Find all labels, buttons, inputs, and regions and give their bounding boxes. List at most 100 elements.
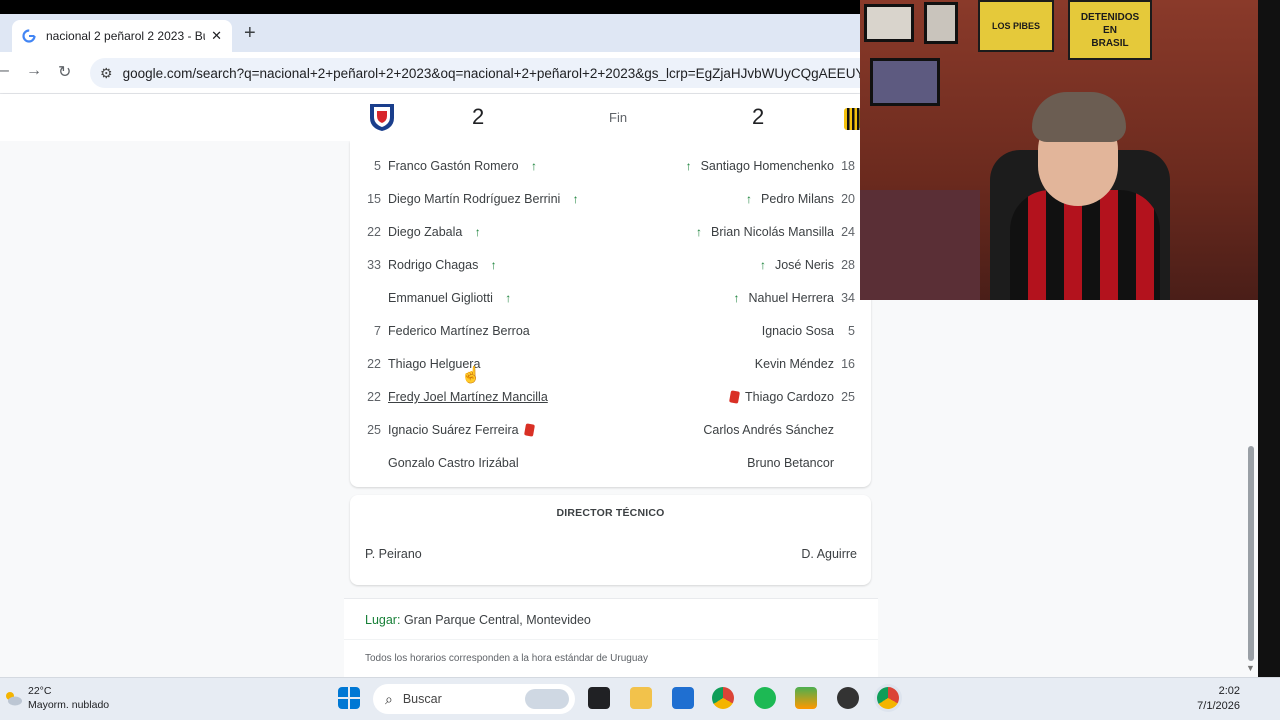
- chrome-active-icon[interactable]: [877, 687, 899, 709]
- penarol-crest-icon[interactable]: [844, 102, 860, 132]
- webcam-overlay: LOS PIBES DETENIDOS EN BRASIL: [860, 0, 1258, 300]
- home-player-number: 5: [374, 159, 381, 173]
- app-icon[interactable]: [837, 687, 859, 709]
- home-player-name: Gonzalo Castro Irizábal: [388, 456, 519, 470]
- home-player-link[interactable]: Fredy Joel Martínez Mancilla: [388, 390, 548, 404]
- away-player-link[interactable]: ↑ Pedro Milans: [746, 192, 834, 206]
- home-player-number: 22: [367, 390, 381, 404]
- away-player-link[interactable]: Thiago Cardozo: [729, 390, 834, 404]
- home-player-link[interactable]: Ignacio Suárez Ferreira: [388, 423, 535, 437]
- tab-close-icon[interactable]: ✕: [211, 28, 222, 44]
- screen-edge: [1258, 0, 1280, 677]
- taskbar-search[interactable]: ⌕ Buscar: [373, 684, 575, 714]
- venue-section: Lugar: Gran Parque Central, Montevideo T…: [344, 598, 878, 677]
- away-player-link[interactable]: ↑ Santiago Homenchenko: [686, 159, 834, 173]
- forward-icon[interactable]: →: [26, 62, 42, 80]
- person-shirt: [1010, 190, 1160, 300]
- home-player-link[interactable]: Rodrigo Chagas ↑: [388, 258, 497, 272]
- away-director[interactable]: D. Aguirre: [801, 547, 857, 561]
- away-player-link[interactable]: Kevin Méndez: [755, 357, 834, 371]
- away-player-link[interactable]: ↑ Nahuel Herrera: [734, 291, 834, 305]
- home-player-link[interactable]: Federico Martínez Berroa: [388, 324, 530, 338]
- divider: [344, 639, 878, 640]
- director-card: DIRECTOR TÉCNICO P. Peirano D. Aguirre: [350, 495, 871, 585]
- reload-icon[interactable]: ↻: [58, 62, 71, 82]
- away-score: 2: [752, 104, 765, 129]
- match-status: Fin: [609, 110, 628, 125]
- substitution-arrow-icon: ↑: [733, 291, 740, 305]
- away-player-number: 16: [841, 357, 855, 371]
- navigation-bar: – → ↻ ⚙ google.com/search?q=nacional+2+p…: [0, 52, 860, 94]
- lineup-row: Emmanuel Gigliotti ↑ ↑ Nahuel Herrera 34: [350, 291, 871, 313]
- home-director[interactable]: P. Peirano: [365, 547, 422, 561]
- poster-text: LOS PIBES: [991, 21, 1040, 31]
- home-score: 2: [472, 104, 485, 129]
- away-player-number: 20: [841, 192, 855, 206]
- venue-label: Lugar:: [365, 613, 401, 627]
- outlook-icon[interactable]: [672, 687, 694, 709]
- substitution-arrow-icon: ↑: [759, 258, 766, 272]
- lineup-row: 5 Franco Gastón Romero ↑ ↑ Santiago Homench…: [350, 159, 871, 181]
- away-player-name: José Neris: [774, 258, 834, 272]
- lineup-row: 33 Rodrigo Chagas ↑ ↑ José Neris 28: [350, 258, 871, 280]
- away-player-name: Thiago Cardozo: [745, 390, 834, 404]
- home-player-link[interactable]: Franco Gastón Romero ↑: [388, 159, 537, 173]
- away-player-link[interactable]: ↑ Brian Nicolás Mansilla: [696, 225, 834, 239]
- home-player-name: Rodrigo Chagas: [388, 258, 479, 272]
- search-highlight-icon: [525, 689, 569, 709]
- away-player-number: 25: [841, 390, 855, 404]
- lineup-row: Gonzalo Castro Irizábal Bruno Betancor: [350, 456, 871, 478]
- away-player-link[interactable]: Bruno Betancor: [747, 456, 834, 470]
- scroll-down-icon[interactable]: ▼: [1246, 663, 1255, 673]
- away-player-link[interactable]: Ignacio Sosa: [762, 324, 834, 338]
- address-bar[interactable]: ⚙ google.com/search?q=nacional+2+peñarol…: [90, 58, 860, 88]
- away-player-name: Nahuel Herrera: [748, 291, 834, 305]
- home-player-number: 22: [367, 225, 381, 239]
- system-clock[interactable]: 2:02 7/1/2026: [1197, 684, 1240, 714]
- venue-line: Lugar: Gran Parque Central, Montevideo: [365, 613, 591, 627]
- task-view-icon[interactable]: [588, 687, 610, 709]
- search-icon: ⌕: [385, 690, 393, 707]
- file-explorer-icon[interactable]: [630, 687, 652, 709]
- weather-widget[interactable]: 22°C Mayorm. nublado: [4, 684, 109, 712]
- clock-time: 2:02: [1218, 685, 1240, 697]
- timezone-note: Todos los horarios corresponden a la hor…: [365, 653, 648, 664]
- spotify-icon[interactable]: [754, 687, 776, 709]
- home-player-name: Ignacio Suárez Ferreira: [388, 423, 519, 437]
- score-header: 2 Fin 2: [0, 94, 860, 141]
- poster: DETENIDOS EN BRASIL: [1068, 0, 1152, 60]
- away-player-name: Carlos Andrés Sánchez: [703, 423, 834, 437]
- back-icon[interactable]: –: [0, 62, 9, 80]
- away-player-link[interactable]: ↑ José Neris: [760, 258, 834, 272]
- browser-tab[interactable]: nacional 2 peñarol 2 2023 - Bus ✕: [12, 20, 232, 52]
- poster-text: BRASIL: [1091, 37, 1129, 49]
- nacional-crest-icon[interactable]: [368, 102, 396, 132]
- clock-date: 7/1/2026: [1197, 700, 1240, 712]
- lineup-card: 5 Franco Gastón Romero ↑ ↑ Santiago Homench…: [350, 141, 871, 487]
- home-player-number: 22: [367, 357, 381, 371]
- scrollbar-thumb[interactable]: [1248, 446, 1254, 661]
- home-player-link[interactable]: Emmanuel Gigliotti ↑: [388, 291, 511, 305]
- home-player-name: Emmanuel Gigliotti: [388, 291, 493, 305]
- weather-desc: Mayorm. nublado: [28, 699, 110, 711]
- away-player-number: 5: [848, 324, 855, 338]
- home-player-link[interactable]: Gonzalo Castro Irizábal: [388, 456, 519, 470]
- new-tab-icon[interactable]: +: [244, 22, 256, 45]
- home-player-link[interactable]: Diego Martín Rodríguez Berrini ↑: [388, 192, 579, 206]
- lineup-row: 22 Fredy Joel Martínez Mancilla Thiago Car…: [350, 390, 871, 412]
- home-player-link[interactable]: Diego Zabala ↑: [388, 225, 481, 239]
- bedspread: [860, 190, 980, 300]
- home-player-number: 25: [367, 423, 381, 437]
- away-player-link[interactable]: Carlos Andrés Sánchez: [703, 423, 834, 437]
- away-player-number: 18: [841, 159, 855, 173]
- substitution-arrow-icon: ↑: [471, 225, 481, 239]
- home-player-name: Diego Martín Rodríguez Berrini: [388, 192, 561, 206]
- tab-bar: nacional 2 peñarol 2 2023 - Bus ✕ +: [0, 14, 860, 52]
- site-info-icon[interactable]: ⚙: [100, 65, 113, 82]
- away-player-number: 24: [841, 225, 855, 239]
- substitution-arrow-icon: ↑: [501, 291, 512, 305]
- substitution-arrow-icon: ↑: [746, 192, 753, 206]
- start-icon[interactable]: [338, 687, 360, 709]
- chrome-icon[interactable]: [712, 687, 734, 709]
- app-icon[interactable]: [795, 687, 817, 709]
